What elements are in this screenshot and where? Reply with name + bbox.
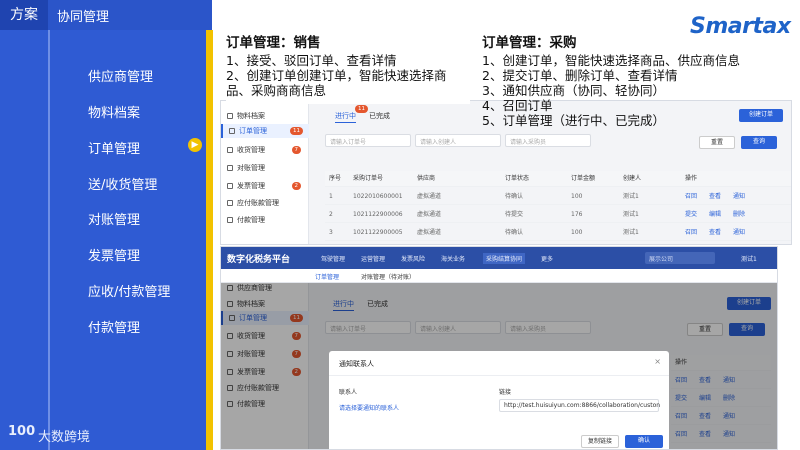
table-row: 2 1021122900006 虚拟通道 待提交 176 测试1 提交 编辑 删…: [325, 207, 791, 223]
menu-item-receivable[interactable]: 应收/付款管理: [88, 281, 170, 300]
dialog-title: 通知联系人: [339, 360, 374, 368]
desc-purchase-title: 订单管理：采购: [482, 35, 577, 51]
dialog-contact-label: 联系人: [339, 389, 358, 396]
desc-purchase-lines: 1、创建订单，智能快速选择商品、供应商信息 2、提交订单、删除订单、查看详情 3…: [482, 53, 740, 128]
shot1-nav-payment[interactable]: 付款管理: [227, 215, 307, 225]
desc-sales-lines: 1、接受、驳回订单、查看详情 2、创建订单创建订单，智能快速选择商品、采购商商信…: [226, 53, 447, 98]
folder-icon: [227, 113, 233, 119]
shot2-company-select[interactable]: 展示公司: [645, 252, 715, 264]
link-field[interactable]: http://test.huisuiyun.com:8866/collabora…: [499, 399, 660, 412]
sidebar-divider: [48, 30, 50, 450]
shot1-nav-material[interactable]: 物料档案: [227, 111, 307, 121]
menu-item-delivery[interactable]: 送/收货管理: [88, 174, 157, 193]
recall-link[interactable]: 召回: [685, 225, 697, 241]
shot1-tab-done[interactable]: 已完成: [369, 111, 390, 121]
view-link[interactable]: 查看: [709, 189, 721, 205]
desc-sales: 订单管理：销售 1、接受、驳回订单、查看详情 2、创建订单创建订单，智能快速选择…: [226, 36, 470, 104]
invoice-icon: [227, 183, 233, 189]
view-link[interactable]: 查看: [709, 225, 721, 241]
company-logo-text: 大数跨境: [38, 430, 91, 445]
sidebar-header: 方案 协同管理: [0, 0, 212, 30]
shot2-logo: 数字化税务平台: [227, 255, 291, 265]
sidebar-title: 协同管理: [57, 10, 110, 25]
shot1-tab-badge: 11: [355, 105, 368, 113]
shot2-subtab-order[interactable]: 订单管理: [315, 272, 339, 281]
shot2-menu-more[interactable]: 更多: [541, 254, 553, 263]
recall-link[interactable]: 召回: [685, 189, 697, 205]
shot2-user[interactable]: 测试1: [741, 254, 757, 263]
table-header: 序号 采购订单号 供应商 订单状态 订单金额 创建人 操作: [325, 171, 791, 187]
copy-link-button[interactable]: 复制链接: [581, 435, 619, 448]
shot2-topbar: 数字化税务平台 驾驶管理 运营管理 发票风险 海关业务 采购结算协同 更多 展示…: [221, 247, 777, 269]
close-icon[interactable]: ×: [654, 357, 661, 366]
shot1-nav: 物料档案 订单管理 11 收货管理 7 对账管理 发票管理 2 应付账款管理 付款管理: [221, 101, 309, 244]
check-icon: [227, 165, 233, 171]
delete-link[interactable]: 删除: [733, 207, 745, 223]
table-row: 3 1021122900005 虚拟通道 待确认 100 测试1 召回 查看 通…: [325, 225, 791, 241]
shot2-menu-customs[interactable]: 海关业务: [441, 254, 465, 263]
submit-link[interactable]: 提交: [685, 207, 697, 223]
accent-bar: [206, 30, 213, 450]
shot2-menu-collab[interactable]: 采购结算协同: [483, 253, 526, 264]
shot1-tab-active[interactable]: 进行中: [335, 111, 356, 123]
sidebar: 方案 协同管理 供应商管理 物料档案 订单管理 ▶ 送/收货管理 对账管理 发票…: [0, 0, 212, 450]
desc-sales-title: 订单管理：销售: [226, 35, 321, 51]
shot1-order-no-input[interactable]: 请输入订单号: [325, 134, 411, 147]
order-icon: [229, 128, 235, 134]
sidebar-tag: 方案: [0, 0, 48, 30]
desc-purchase: 订单管理：采购 1、创建订单，智能快速选择商品、供应商信息 2、提交订单、删除订…: [482, 36, 762, 136]
shot2-subtab-reconcile[interactable]: 对账管理（待对账）: [361, 272, 415, 281]
notify-link[interactable]: 通知: [733, 189, 745, 205]
shot1-nav-receive[interactable]: 收货管理 7: [227, 145, 307, 155]
screenshot-purchase-notify: 数字化税务平台 驾驶管理 运营管理 发票风险 海关业务 采购结算协同 更多 展示…: [220, 246, 778, 450]
edit-link[interactable]: 编辑: [709, 207, 721, 223]
company-logo-icon: 100: [8, 424, 36, 439]
shot2-menu-drive[interactable]: 驾驶管理: [321, 254, 345, 263]
shot2-menu-risk[interactable]: 发票风险: [401, 254, 425, 263]
shot1-reset-button[interactable]: 重置: [699, 136, 735, 149]
menu-item-material[interactable]: 物料档案: [88, 102, 140, 121]
slide: 方案 协同管理 供应商管理 物料档案 订单管理 ▶ 送/收货管理 对账管理 发票…: [0, 0, 800, 450]
shot1-nav-order[interactable]: 订单管理 11: [221, 124, 309, 138]
notify-link[interactable]: 通知: [733, 225, 745, 241]
menu-item-payment[interactable]: 付款管理: [88, 317, 140, 336]
money-icon: [227, 200, 233, 206]
confirm-button[interactable]: 确认: [625, 435, 663, 448]
shot1-search-button[interactable]: 查询: [741, 136, 777, 149]
shot1-order-table: 序号 采购订单号 供应商 订单状态 订单金额 创建人 操作 1 10220106…: [325, 171, 791, 243]
menu-item-invoice[interactable]: 发票管理: [88, 245, 140, 264]
shot2-subtabs: 订单管理 对账管理（待对账）: [221, 269, 777, 283]
dialog-link-label: 链接: [499, 389, 512, 396]
menu-item-order[interactable]: 订单管理: [88, 138, 140, 157]
shot1-nav-payable[interactable]: 应付账款管理: [227, 198, 307, 208]
menu-item-reconcile[interactable]: 对账管理: [88, 209, 140, 228]
table-row: 1 1022010600001 虚拟通道 待确认 100 测试1 召回 查看 通…: [325, 189, 791, 205]
box-icon: [227, 147, 233, 153]
dialog-divider: [329, 375, 669, 376]
shot2-menu-ops[interactable]: 运营管理: [361, 254, 385, 263]
wallet-icon: [227, 217, 233, 223]
notify-contact-dialog: 通知联系人 × 联系人 链接 请选择要通知的联系人 http://test.hu…: [329, 351, 669, 449]
shot1-nav-invoice[interactable]: 发票管理 2: [227, 181, 307, 191]
active-arrow-icon: ▶: [188, 138, 202, 152]
contact-select[interactable]: 请选择要通知的联系人: [339, 403, 399, 412]
shot1-nav-reconcile[interactable]: 对账管理: [227, 163, 307, 173]
menu-item-supplier[interactable]: 供应商管理: [88, 66, 153, 85]
